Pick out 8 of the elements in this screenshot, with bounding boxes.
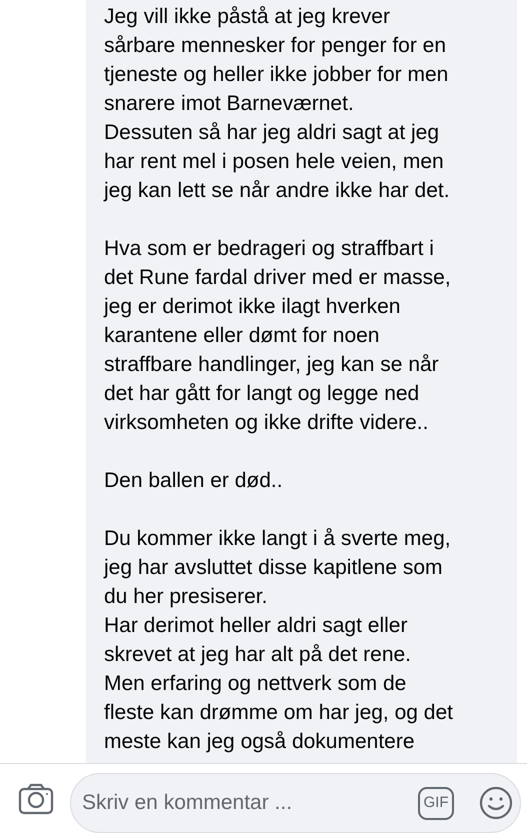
comment-paragraph: Hva som er bedrageri og straffbart i det Rune fardal driver med er masse, jeg er derimot ikke ilagt hverken karantene eller dømt for noen straffbare handlinger, jeg kan se når det har gått for langt og legge ned virksomheten og ikke drifte videre.. (104, 236, 452, 436)
comment-input[interactable]: Skriv en kommentar ... GIF (70, 773, 521, 833)
comment-paragraph: Den ballen er død.. (104, 468, 284, 494)
emoji-icon[interactable] (479, 786, 513, 820)
comment-paragraph: Du kommer ikke langt i å sverte meg, jeg har avsluttet disse kapitlene som du her presiserer. Har derimot heller aldri sagt eller skrevet at jeg har alt på det rene. Men erfaring og nettverk som de fleste kan drømme om har jeg, og det meste kan jeg også dokumentere (104, 526, 454, 755)
gif-button[interactable]: GIF (418, 786, 454, 820)
comment-paragraph: Jeg vill ikke påstå at jeg krever sårbare mennesker for penger for en tjeneste og heller ikke jobber for men snarere imot Barneværnet. Dessuten så har jeg aldri sagt at jeg har rent mel i posen hele veien, men jeg kan lett se når andre ikke har det. (104, 4, 451, 204)
camera-icon[interactable] (18, 783, 54, 815)
